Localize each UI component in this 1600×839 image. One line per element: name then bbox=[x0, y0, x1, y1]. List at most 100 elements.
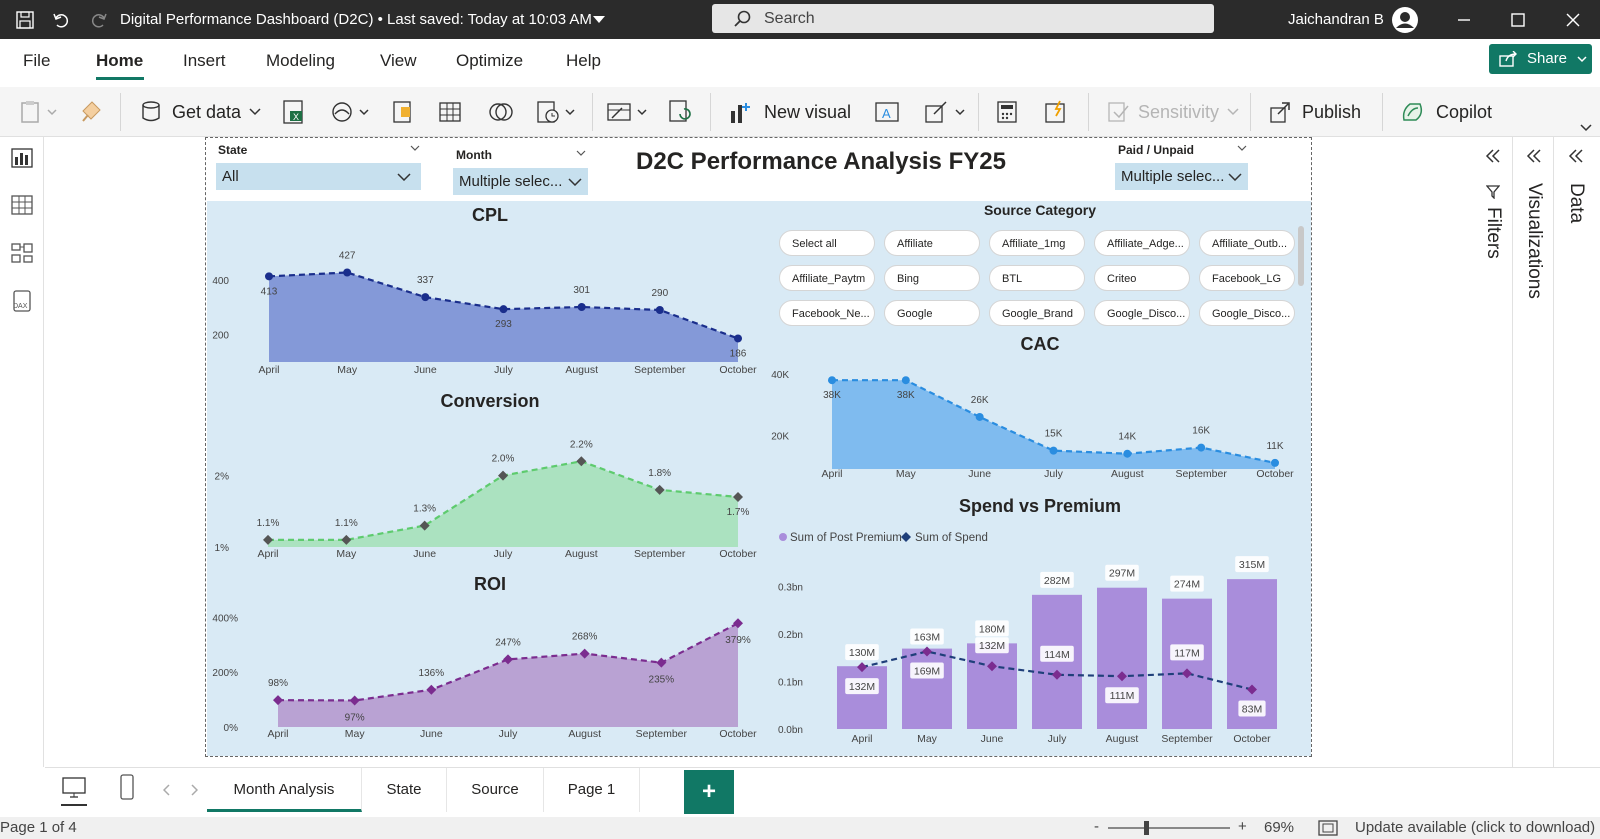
x-tick-label: June bbox=[414, 364, 437, 376]
data-label: 1.3% bbox=[413, 504, 436, 515]
x-tick-label: July bbox=[494, 364, 513, 376]
data-label: 282M bbox=[1044, 575, 1070, 587]
mobile-layout-icon[interactable] bbox=[119, 774, 135, 800]
x-tick-label: July bbox=[499, 728, 518, 740]
zoom-slider-thumb[interactable] bbox=[1144, 821, 1149, 835]
data-point bbox=[1123, 449, 1132, 458]
zoom-in-button[interactable]: + bbox=[1238, 818, 1247, 835]
desktop-layout-icon[interactable] bbox=[61, 776, 87, 800]
tab-source[interactable]: Source bbox=[447, 768, 544, 812]
add-page-button[interactable]: + bbox=[684, 770, 734, 814]
data-label: 1.7% bbox=[727, 507, 750, 518]
data-label: 111M bbox=[1110, 690, 1135, 702]
data-label: 301 bbox=[573, 285, 590, 296]
data-point bbox=[343, 268, 352, 277]
x-tick-label: April bbox=[267, 728, 288, 740]
next-page-icon[interactable] bbox=[190, 784, 198, 796]
data-label: 1.1% bbox=[257, 518, 280, 529]
data-label: 315M bbox=[1239, 559, 1265, 571]
data-label: 132M bbox=[979, 640, 1005, 652]
x-tick-label: September bbox=[636, 728, 688, 740]
tab-state[interactable]: State bbox=[362, 768, 447, 812]
data-label: 15K bbox=[1045, 429, 1063, 440]
data-label: 132M bbox=[849, 681, 875, 693]
data-label: 427 bbox=[339, 251, 356, 262]
x-tick-label: September bbox=[634, 364, 686, 376]
expand-data-icon[interactable] bbox=[1568, 149, 1584, 163]
data-label: 11K bbox=[1266, 441, 1283, 452]
y-tick-label: 200% bbox=[212, 668, 238, 679]
data-label: 297M bbox=[1109, 568, 1135, 580]
data-point bbox=[975, 412, 984, 421]
area-fill bbox=[269, 272, 738, 362]
data-label: 180M bbox=[979, 623, 1005, 635]
data-pane-label[interactable]: Data bbox=[1565, 183, 1587, 223]
data-point bbox=[1049, 446, 1058, 455]
data-label: 2.2% bbox=[570, 439, 593, 450]
x-tick-label: April bbox=[821, 468, 842, 480]
data-label: 130M bbox=[849, 647, 875, 659]
right-panes: Filters Visualizations Data bbox=[1473, 137, 1600, 767]
data-point bbox=[734, 334, 742, 343]
data-label: 38K bbox=[897, 390, 915, 401]
data-point bbox=[655, 306, 664, 314]
x-tick-label: May bbox=[337, 364, 358, 376]
x-tick-label: July bbox=[1044, 468, 1063, 480]
page-indicator: Page 1 of 4 bbox=[0, 819, 77, 836]
filter-icon bbox=[1486, 185, 1500, 199]
bar bbox=[1162, 598, 1212, 729]
x-tick-label: September bbox=[1161, 733, 1213, 745]
pane-divider bbox=[1553, 137, 1554, 767]
page-tabs-bar: Month Analysis State Source Page 1 + bbox=[45, 767, 1600, 817]
data-label: 413 bbox=[261, 286, 278, 297]
y-tick-label: 0.0bn bbox=[778, 725, 803, 736]
x-tick-label: August bbox=[1106, 733, 1139, 745]
data-label: 337 bbox=[417, 275, 434, 286]
x-tick-label: August bbox=[565, 548, 598, 560]
data-label: 290 bbox=[651, 288, 668, 299]
bar bbox=[1097, 587, 1147, 729]
bar bbox=[1032, 594, 1082, 729]
x-tick-label: October bbox=[1256, 468, 1294, 480]
data-label: 117M bbox=[1174, 647, 1200, 659]
desktop-layout-underline bbox=[61, 804, 87, 806]
x-tick-label: April bbox=[851, 733, 872, 745]
data-point bbox=[901, 376, 910, 385]
y-tick-label: 40K bbox=[771, 370, 789, 381]
x-tick-label: April bbox=[257, 548, 278, 560]
x-tick-label: September bbox=[634, 548, 686, 560]
data-point bbox=[421, 293, 430, 302]
y-tick-label: 400 bbox=[212, 276, 229, 287]
zoom-out-button[interactable]: - bbox=[1094, 818, 1099, 835]
expand-visualizations-icon[interactable] bbox=[1526, 149, 1542, 163]
y-tick-label: 400% bbox=[212, 613, 238, 624]
y-tick-label: 2% bbox=[215, 472, 230, 483]
data-point bbox=[828, 376, 836, 385]
data-label: 235% bbox=[649, 675, 675, 686]
x-tick-label: August bbox=[568, 728, 601, 740]
x-tick-label: June bbox=[420, 728, 443, 740]
x-tick-label: May bbox=[345, 728, 366, 740]
legend-label: Sum of Spend bbox=[915, 532, 988, 544]
x-tick-label: October bbox=[719, 728, 757, 740]
data-label: 247% bbox=[495, 637, 521, 648]
data-label: 268% bbox=[572, 632, 598, 643]
visualizations-pane-label[interactable]: Visualizations bbox=[1523, 183, 1545, 299]
x-tick-label: April bbox=[258, 364, 279, 376]
x-tick-label: July bbox=[1048, 733, 1067, 745]
fit-to-page-icon[interactable] bbox=[1318, 820, 1338, 836]
x-tick-label: July bbox=[494, 548, 513, 560]
data-point bbox=[265, 272, 273, 281]
tab-month-analysis[interactable]: Month Analysis bbox=[207, 768, 362, 812]
update-notice[interactable]: Update available (click to download) bbox=[1355, 819, 1595, 836]
data-label: 169M bbox=[914, 665, 940, 677]
y-tick-label: 0.2bn bbox=[778, 630, 803, 641]
data-point bbox=[577, 302, 586, 311]
data-label: 379% bbox=[725, 635, 751, 646]
filters-pane-label[interactable]: Filters bbox=[1482, 207, 1504, 259]
zoom-slider[interactable] bbox=[1108, 827, 1230, 829]
previous-page-icon[interactable] bbox=[163, 784, 171, 796]
expand-filters-icon[interactable] bbox=[1485, 149, 1501, 163]
tab-page-1[interactable]: Page 1 bbox=[544, 768, 640, 812]
data-label: 136% bbox=[419, 668, 445, 679]
